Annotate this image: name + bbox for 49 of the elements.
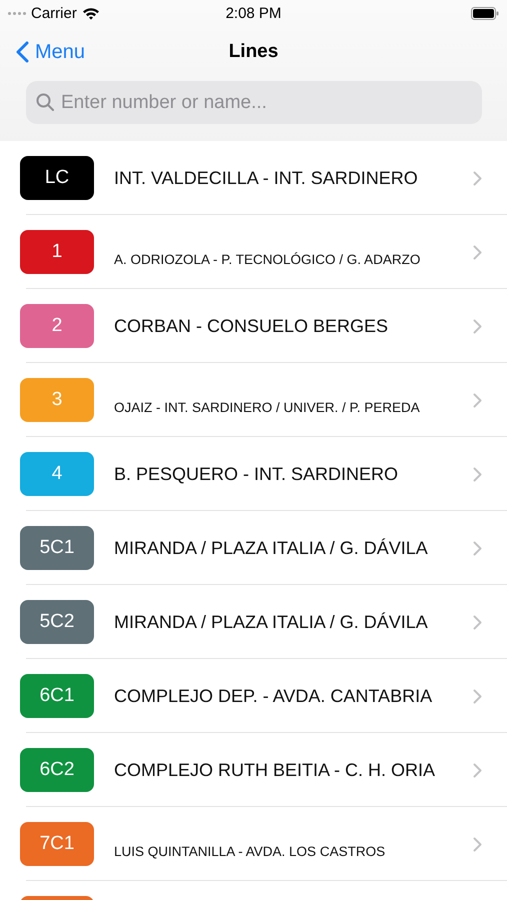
line-name: MIRANDA / PLAZA ITALIA / G. DÁVILA bbox=[114, 612, 429, 632]
line-name: A. ODRIOZOLA - P. TECNOLÓGICO / G. ADARZO bbox=[114, 252, 422, 267]
line-row[interactable]: 2 CORBAN - CONSUELO BERGES bbox=[0, 289, 507, 363]
line-row[interactable]: 5C2 MIRANDA / PLAZA ITALIA / G. DÁVILA bbox=[0, 585, 507, 659]
chevron-icon bbox=[473, 466, 482, 482]
signal-icon bbox=[8, 12, 26, 14]
chevron-icon bbox=[473, 244, 482, 260]
chevron-icon bbox=[473, 614, 482, 630]
line-badge: 3 bbox=[20, 378, 94, 422]
chevron-icon bbox=[473, 540, 482, 556]
line-badge: 6C1 bbox=[20, 674, 94, 718]
back-button[interactable]: Menu bbox=[16, 40, 86, 64]
search-field[interactable]: Enter number or name... bbox=[26, 81, 482, 124]
chevron-icon bbox=[473, 688, 482, 704]
line-name: OJAIZ - INT. SARDINERO / UNIVER. / P. PEREDA bbox=[114, 400, 421, 415]
carrier-label: Carrier bbox=[31, 4, 77, 22]
back-chevron-icon bbox=[16, 41, 29, 63]
clock-time: 2:08 PM bbox=[224, 4, 282, 22]
chevron-icon bbox=[473, 762, 482, 778]
line-badge: 5C1 bbox=[20, 526, 94, 570]
line-badge: 1 bbox=[20, 230, 94, 274]
line-row[interactable]: 5C1 MIRANDA / PLAZA ITALIA / G. DÁVILA bbox=[0, 511, 507, 585]
line-name: COMPLEJO DEP. - AVDA. CANTABRIA bbox=[114, 686, 434, 706]
chevron-icon bbox=[473, 170, 482, 186]
line-badge: 5C2 bbox=[20, 600, 94, 644]
line-name: COMPLEJO RUTH BEITIA - C. H. ORIA bbox=[114, 760, 436, 780]
chevron-icon bbox=[473, 836, 482, 852]
line-name: B. PESQUERO - INT. SARDINERO bbox=[114, 464, 400, 484]
line-row[interactable]: 3 OJAIZ - INT. SARDINERO / UNIVER. / P. PEREDA bbox=[0, 363, 507, 437]
screen-title: Lines bbox=[228, 41, 278, 63]
line-badge: 2 bbox=[20, 304, 94, 348]
line-row[interactable]: LC INT. VALDECILLA - INT. SARDINERO bbox=[0, 141, 507, 215]
wifi-icon bbox=[82, 6, 100, 20]
line-row[interactable]: 6C2 COMPLEJO RUTH BEITIA - C. H. ORIA bbox=[0, 733, 507, 807]
line-row[interactable]: 1 A. ODRIOZOLA - P. TECNOLÓGICO / G. ADARZO bbox=[0, 215, 507, 289]
line-name: INT. VALDECILLA - INT. SARDINERO bbox=[114, 168, 419, 188]
line-name: MIRANDA / PLAZA ITALIA / G. DÁVILA bbox=[114, 538, 429, 558]
line-row[interactable]: 6C1 COMPLEJO DEP. - AVDA. CANTABRIA bbox=[0, 659, 507, 733]
line-badge: LC bbox=[20, 156, 94, 200]
line-badge: 6C2 bbox=[20, 748, 94, 792]
line-badge: 4 bbox=[20, 452, 94, 496]
line-name: CORBAN - CONSUELO BERGES bbox=[114, 316, 390, 336]
line-name: LUIS QUINTANILLA - AVDA. LOS CASTROS bbox=[114, 844, 386, 859]
line-badge: 7C1 bbox=[20, 822, 94, 866]
chevron-icon bbox=[473, 318, 482, 334]
battery-icon bbox=[471, 6, 499, 20]
chevron-icon bbox=[473, 392, 482, 408]
line-row[interactable]: 7C1 LUIS QUINTANILLA - AVDA. LOS CASTROS bbox=[0, 807, 507, 881]
line-row[interactable]: 4 B. PESQUERO - INT. SARDINERO bbox=[0, 437, 507, 511]
